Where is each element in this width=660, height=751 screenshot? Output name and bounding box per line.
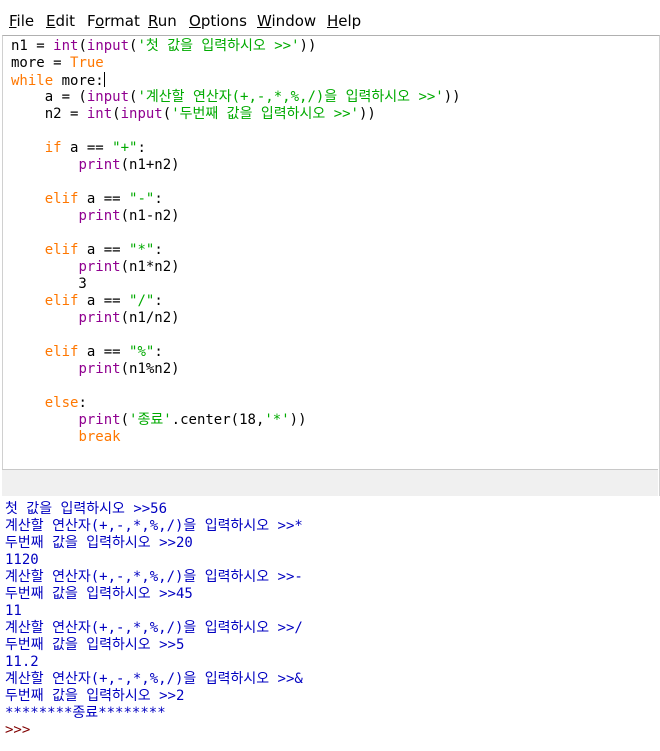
menu-format[interactable]: Format	[87, 12, 140, 30]
code-line: elif a == "-":	[44, 191, 163, 207]
output-line: 계산할 연산자(+,-,*,%,/)을 입력하시오 >>/	[5, 620, 303, 636]
code-line: else:	[44, 395, 87, 411]
output-line: ********종료********	[5, 705, 166, 721]
code-line: while more:	[11, 72, 105, 89]
editor-footer	[2, 469, 658, 496]
code-line: break	[78, 429, 121, 445]
code-line: print('종료'.center(18,'*'))	[78, 412, 307, 428]
output-line: 1120	[5, 552, 39, 568]
output-line: 11	[5, 603, 22, 619]
menu-file[interactable]: File	[9, 12, 34, 30]
output-line: 계산할 연산자(+,-,*,%,/)을 입력하시오 >>-	[5, 569, 303, 585]
output-line: 계산할 연산자(+,-,*,%,/)을 입력하시오 >>*	[5, 518, 303, 534]
shell-prompt[interactable]: >>>	[5, 722, 30, 739]
menu-help[interactable]: Help	[327, 12, 361, 30]
menu-options[interactable]: Options	[189, 12, 247, 30]
code-editor[interactable]: n1 = int(input('첫 값을 입력하시오 >>')) more = …	[2, 35, 660, 496]
code-line: print(n1/n2)	[78, 310, 180, 326]
text-cursor	[103, 72, 105, 87]
output-line: 11.2	[5, 654, 39, 670]
code-line: print(n1-n2)	[78, 208, 180, 224]
shell-output[interactable]: 첫 값을 입력하시오 >>56 계산할 연산자(+,-,*,%,/)을 입력하시…	[0, 496, 660, 751]
code-line: elif a == "%":	[44, 344, 163, 360]
code-line: n2 = int(input('두번째 값을 입력하시오 >>'))	[11, 106, 376, 122]
output-line: 두번째 값을 입력하시오 >>20	[5, 535, 193, 551]
menu-window[interactable]: Window	[257, 12, 316, 30]
output-line: 두번째 값을 입력하시오 >>5	[5, 637, 185, 653]
menu-bar: File Edit Format Run Options Window Help	[0, 0, 660, 36]
code-line: more = True	[11, 55, 104, 71]
code-line: elif a == "*":	[44, 242, 163, 258]
code-line: if a == "+":	[44, 140, 146, 156]
menu-edit[interactable]: Edit	[46, 12, 75, 30]
code-line: elif a == "/":	[44, 293, 163, 309]
menu-run[interactable]: Run	[148, 12, 177, 30]
code-line: print(n1+n2)	[78, 157, 180, 173]
output-line: 두번째 값을 입력하시오 >>2	[5, 688, 185, 704]
output-line: 계산할 연산자(+,-,*,%,/)을 입력하시오 >>&	[5, 671, 303, 687]
output-line: 두번째 값을 입력하시오 >>45	[5, 586, 193, 602]
code-line: 3	[11, 276, 87, 292]
code-line: a = (input('계산할 연산자(+,-,*,%,/)을 입력하시오 >>…	[11, 89, 461, 105]
code-line: print(n1%n2)	[78, 361, 180, 377]
code-line: n1 = int(input('첫 값을 입력하시오 >>'))	[11, 38, 317, 54]
output-line: 첫 값을 입력하시오 >>56	[5, 501, 168, 517]
code-line: print(n1*n2)	[78, 259, 180, 275]
